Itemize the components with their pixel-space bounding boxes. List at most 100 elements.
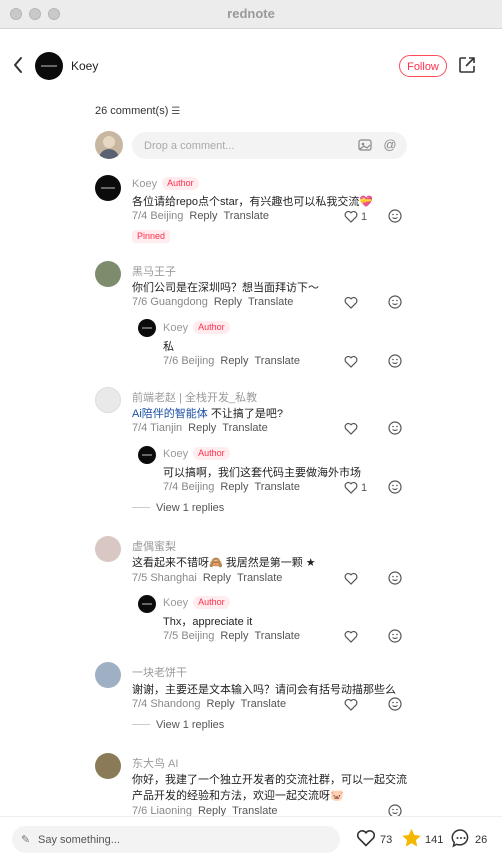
like-count: 1 <box>361 211 368 223</box>
pinned-badge: Pinned <box>132 230 171 243</box>
follow-button[interactable]: Follow <box>399 55 447 77</box>
reply-username[interactable]: Koey Author <box>163 596 230 609</box>
comment-total: 26 <box>475 834 488 846</box>
say-something-placeholder: Say something... <box>38 834 120 846</box>
heart-icon[interactable] <box>344 296 358 309</box>
share-icon[interactable] <box>458 56 478 76</box>
image-icon[interactable] <box>358 138 372 152</box>
comment-username[interactable]: 东大鸟 AI <box>132 755 178 771</box>
filter-icon[interactable]: ☰ <box>171 106 180 117</box>
smiley-icon[interactable] <box>388 295 402 309</box>
smiley-icon[interactable] <box>388 421 402 435</box>
reply-button[interactable]: Reply <box>220 630 248 642</box>
reply-button[interactable]: Reply <box>207 698 235 710</box>
smiley-icon[interactable] <box>388 697 402 711</box>
author-badge: Author <box>162 177 199 190</box>
comment-text: 你好，我建了一个独立开发者的交流社群，可以一起交流 <box>132 774 407 786</box>
view-replies-button[interactable]: View 1 replies <box>132 502 224 514</box>
commenter-avatar[interactable] <box>95 175 121 201</box>
translate-button[interactable]: Translate <box>255 481 300 493</box>
heart-icon[interactable] <box>344 422 358 435</box>
bottom-bar: ✎ Say something... 73 141 26 <box>0 816 502 860</box>
commenter-avatar[interactable] <box>95 261 121 287</box>
author-avatar[interactable] <box>35 52 63 80</box>
translate-button[interactable]: Translate <box>222 422 267 434</box>
translate-button[interactable]: Translate <box>241 698 286 710</box>
window-title: rednote <box>227 6 275 21</box>
pen-icon: ✎ <box>21 834 31 846</box>
comment-meta: 7/4 Shandong Reply Translate <box>132 698 287 710</box>
comment-input-placeholder: Drop a comment... <box>144 140 235 152</box>
reply-avatar[interactable] <box>138 319 156 337</box>
back-icon[interactable] <box>12 56 24 80</box>
author-badge: Author <box>193 447 230 460</box>
comment-meta: 7/5 Shanghai Reply Translate <box>132 572 283 584</box>
reply-button[interactable]: Reply <box>188 422 216 434</box>
smiley-icon[interactable] <box>388 209 402 223</box>
comment-username[interactable]: 虚偶蜜梨 <box>132 538 176 554</box>
commenter-avatar[interactable] <box>95 753 121 779</box>
heart-icon[interactable] <box>344 630 358 643</box>
smiley-icon[interactable] <box>388 480 402 494</box>
comment-text: Ai陪伴的智能体 不让搞了是吧? <box>132 408 283 420</box>
comment-username[interactable]: 一块老饼干 <box>132 664 187 680</box>
translate-button[interactable]: Translate <box>224 210 269 222</box>
reply-button[interactable]: Reply <box>214 296 242 308</box>
author-badge: Author <box>193 321 230 334</box>
reply-avatar[interactable] <box>138 446 156 464</box>
smiley-icon[interactable] <box>388 571 402 585</box>
star-icon[interactable] <box>401 828 422 853</box>
comment-input[interactable]: Drop a comment... @ <box>132 132 407 159</box>
chat-icon[interactable] <box>451 828 471 853</box>
heart-icon[interactable] <box>344 210 358 223</box>
comment-count-label: 26 comment(s) <box>95 105 169 117</box>
comment-username[interactable]: 黑马王子 <box>132 263 176 279</box>
reply-button[interactable]: Reply <box>203 572 231 584</box>
comment-count: 26 comment(s) ☰ <box>95 105 180 117</box>
comment-meta: 7/6 Guangdong Reply Translate <box>132 296 294 308</box>
reply-text: 可以搞啊，我们这套代码主要做海外市场 <box>163 467 361 479</box>
my-avatar <box>95 131 123 159</box>
heart-icon[interactable] <box>344 355 358 368</box>
mention-icon[interactable]: @ <box>383 138 397 152</box>
like-count: 1 <box>361 482 368 494</box>
reply-button[interactable]: Reply <box>220 481 248 493</box>
reply-text: Thx，appreciate it <box>163 616 253 628</box>
smiley-icon[interactable] <box>388 354 402 368</box>
comment-meta: 7/4 Tianjin Reply Translate <box>132 422 268 434</box>
comment-text-line-2: 产品开发的经验和方法，欢迎一起交流呀🐷 <box>132 790 344 802</box>
reply-meta: 7/6 Beijing Reply Translate <box>163 355 300 367</box>
window-titlebar: rednote <box>0 0 502 29</box>
view-replies-button[interactable]: View 1 replies <box>132 719 224 731</box>
heart-icon[interactable] <box>344 698 358 711</box>
say-something-input[interactable]: ✎ Say something... <box>12 826 340 853</box>
heart-icon[interactable] <box>356 829 376 852</box>
comment-username[interactable]: Koey Author <box>132 177 199 190</box>
commenter-avatar[interactable] <box>95 662 121 688</box>
heart-icon[interactable] <box>344 481 358 494</box>
reply-button[interactable]: Reply <box>189 210 217 222</box>
reply-username[interactable]: Koey Author <box>163 321 230 334</box>
translate-button[interactable]: Translate <box>237 572 282 584</box>
like-total: 73 <box>380 834 393 846</box>
smiley-icon[interactable] <box>388 629 402 643</box>
commenter-avatar[interactable] <box>95 536 121 562</box>
heart-icon[interactable] <box>344 572 358 585</box>
comment-text: 各位请给repo点个star，有兴趣也可以私我交流💝 <box>132 196 374 208</box>
translate-button[interactable]: Translate <box>255 355 300 367</box>
reply-username[interactable]: Koey Author <box>163 447 230 460</box>
comment-text: 谢谢，主要还是文本输入吗？请问会有括号动描那些么 <box>132 684 396 696</box>
comment-meta: 7/4 Beijing Reply Translate <box>132 210 269 222</box>
hashtag-link[interactable]: Ai陪伴的智能体 <box>132 408 208 420</box>
reply-meta: 7/4 Beijing Reply Translate <box>163 481 300 493</box>
translate-button[interactable]: Translate <box>255 630 300 642</box>
translate-button[interactable]: Translate <box>248 296 293 308</box>
reply-text: 私 <box>163 341 174 353</box>
author-badge: Author <box>193 596 230 609</box>
reply-meta: 7/5 Beijing Reply Translate <box>163 630 300 642</box>
reply-avatar[interactable] <box>138 595 156 613</box>
author-name[interactable]: Koey <box>71 59 98 73</box>
commenter-avatar[interactable] <box>95 387 121 413</box>
reply-button[interactable]: Reply <box>220 355 248 367</box>
comment-username[interactable]: 前端老赵 | 全栈开发_私教 <box>132 389 257 405</box>
